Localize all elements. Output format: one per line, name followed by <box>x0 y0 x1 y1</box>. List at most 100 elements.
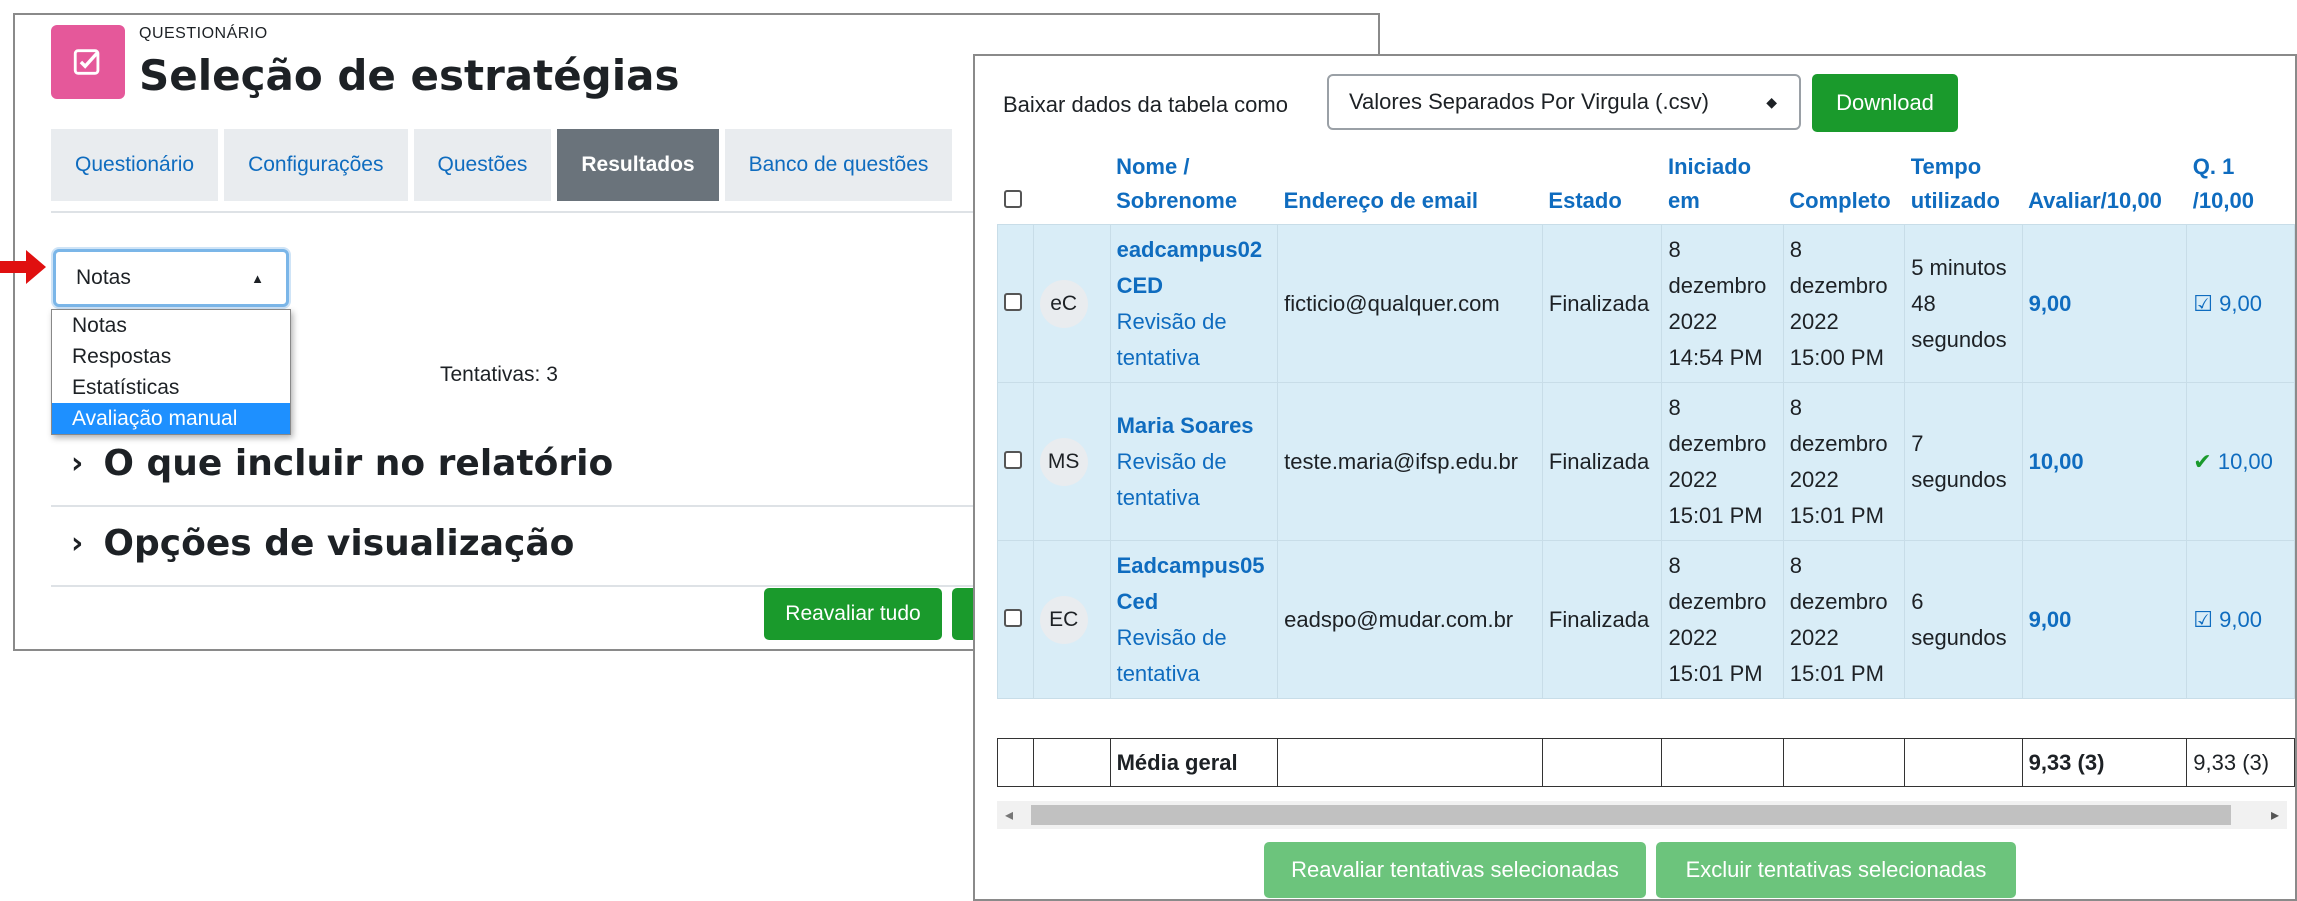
report-select-value: Notas <box>76 266 131 289</box>
row-checkbox[interactable] <box>1004 450 1022 469</box>
select-arrows-icon: ◆ <box>1766 93 1777 110</box>
section-divider <box>51 505 1131 507</box>
student-name-link[interactable]: Eadcampus05 Ced <box>1117 553 1265 614</box>
scrollbar-thumb[interactable] <box>1031 805 2231 825</box>
col-time-line2: utilizado <box>1910 188 2000 213</box>
col-started-line1: Iniciado <box>1667 154 1752 179</box>
quiz-icon <box>51 25 125 99</box>
table-row: EC Eadcampus05 Ced Revisão de tentativa e… <box>997 540 2295 699</box>
overall-average-label: Média geral <box>1109 738 1279 787</box>
q1-grade-link[interactable]: 9,00 <box>2219 607 2262 632</box>
col-q1-line2: /10,00 <box>2192 188 2254 213</box>
time-cell: 6 segundos <box>1904 540 2023 699</box>
chevron-right-icon: › <box>71 526 84 561</box>
state-cell: Finalizada <box>1541 382 1663 541</box>
state-cell: Finalizada <box>1541 540 1663 699</box>
report-dropdown: Notas Respostas Estatísticas Avaliação m… <box>51 309 291 435</box>
section-display[interactable]: › Opções de visualização <box>71 523 574 564</box>
q1-grade-link[interactable]: 10,00 <box>2218 449 2273 474</box>
attempts-count: Tentativas: 3 <box>440 363 558 386</box>
avatar[interactable]: MS <box>1039 437 1088 486</box>
state-cell: Finalizada <box>1541 224 1663 383</box>
time-cell: 5 minutos 48 segundos <box>1904 224 2023 383</box>
correct-check-icon: ✔ <box>2193 448 2212 474</box>
review-attempt-link[interactable]: Revisão de tentativa <box>1117 449 1227 510</box>
overall-average-grade: 9,33 (3) <box>2021 738 2188 787</box>
chevron-right-icon: › <box>71 446 84 481</box>
col-completed[interactable]: Completo <box>1783 144 1904 225</box>
section-include-label: O que incluir no relatório <box>103 443 614 484</box>
q1-grade-link[interactable]: 9,00 <box>2219 291 2262 316</box>
col-name[interactable]: Nome / Sobrenome <box>1110 144 1278 225</box>
email-cell: ficticio@qualquer.com <box>1277 224 1543 383</box>
time-cell: 7 segundos <box>1904 382 2023 541</box>
email-cell: eadspo@mudar.com.br <box>1277 540 1543 699</box>
review-attempt-link[interactable]: Revisão de tentativa <box>1117 309 1227 370</box>
review-attempt-link[interactable]: Revisão de tentativa <box>1117 625 1227 686</box>
tab-configuracoes[interactable]: Configurações <box>224 129 408 201</box>
row-checkbox[interactable] <box>1004 292 1022 311</box>
download-button[interactable]: Download <box>1812 74 1958 132</box>
col-time[interactable]: Tempo utilizado <box>1905 144 2022 225</box>
tab-questoes[interactable]: Questões <box>413 129 552 201</box>
table-row: eC eadcampus02 CED Revisão de tentativa f… <box>997 224 2295 383</box>
partially-correct-icon: ☑ <box>2193 290 2214 316</box>
dropdown-option-avaliacao-manual[interactable]: Avaliação manual <box>52 403 290 434</box>
attempts-table: Nome / Sobrenome Endereço de email Estado… <box>997 144 2295 787</box>
regrade-all-button[interactable]: Reavaliar tudo <box>764 588 942 640</box>
col-time-line1: Tempo <box>1910 154 1982 179</box>
select-arrows-icon: ▲ <box>251 270 264 286</box>
report-select[interactable]: Notas ▲ <box>53 249 289 307</box>
email-cell: teste.maria@ifsp.edu.br <box>1277 382 1543 541</box>
partially-correct-icon: ☑ <box>2193 606 2214 632</box>
col-q1-line1: Q. 1 <box>2192 154 2235 179</box>
scroll-left-icon[interactable]: ◂ <box>1005 805 1013 825</box>
overall-average-row: Média geral 9,33 (3) 9,33 (3) <box>997 738 2295 787</box>
col-q1[interactable]: Q. 1/10,00 <box>2187 144 2295 225</box>
section-include[interactable]: › O que incluir no relatório <box>71 443 613 484</box>
student-name-link[interactable]: eadcampus02 CED <box>1117 237 1263 298</box>
attempts-table-panel: Baixar dados da tabela como Valores Sepa… <box>973 54 2297 901</box>
page-title: Seleção de estratégias <box>139 51 680 100</box>
section-divider <box>51 585 1131 587</box>
completed-cell: 8 dezembro 2022 15:01 PM <box>1782 540 1906 699</box>
started-cell: 8 dezembro 2022 14:54 PM <box>1661 224 1784 383</box>
horizontal-scrollbar[interactable]: ◂ ▸ <box>997 801 2287 829</box>
section-display-label: Opções de visualização <box>103 523 575 564</box>
tab-questionario[interactable]: Questionário <box>51 129 219 201</box>
col-name-line2: Sobrenome <box>1116 188 1238 213</box>
dropdown-option-notas[interactable]: Notas <box>52 310 290 341</box>
delete-selected-button[interactable]: Excluir tentativas selecionadas <box>1656 842 2016 898</box>
col-grade[interactable]: Avaliar/10,00 <box>2022 144 2187 225</box>
avatar[interactable]: EC <box>1039 595 1088 644</box>
tab-resultados[interactable]: Resultados <box>557 129 719 201</box>
overall-average-q1: 9,33 (3) <box>2186 738 2295 787</box>
avatar[interactable]: eC <box>1039 279 1088 328</box>
started-cell: 8 dezembro 2022 15:01 PM <box>1661 540 1784 699</box>
completed-cell: 8 dezembro 2022 15:00 PM <box>1782 224 1906 383</box>
grade-link[interactable]: 10,00 <box>2029 449 2084 474</box>
started-cell: 8 dezembro 2022 15:01 PM <box>1661 382 1784 541</box>
scroll-right-icon[interactable]: ▸ <box>2271 805 2279 825</box>
col-name-line1: Nome / <box>1116 154 1190 179</box>
col-state[interactable]: Estado <box>1542 144 1662 225</box>
activity-type-label: QUESTIONÁRIO <box>139 25 268 42</box>
table-row: MS Maria Soares Revisão de tentativa test… <box>997 382 2295 541</box>
grade-link[interactable]: 9,00 <box>2029 607 2072 632</box>
grade-link[interactable]: 9,00 <box>2029 291 2072 316</box>
row-checkbox[interactable] <box>1004 608 1022 627</box>
student-name-link[interactable]: Maria Soares <box>1117 413 1254 438</box>
regrade-selected-button[interactable]: Reavaliar tentativas selecionadas <box>1264 842 1646 898</box>
dropdown-option-estatisticas[interactable]: Estatísticas <box>52 372 290 403</box>
col-email[interactable]: Endereço de email <box>1278 144 1543 225</box>
export-format-value: Valores Separados Por Virgula (.csv) <box>1349 89 1709 114</box>
tab-bar: Questionário Configurações Questões Resu… <box>51 129 953 201</box>
col-started[interactable]: Iniciado em <box>1662 144 1783 225</box>
tab-banco-questoes[interactable]: Banco de questões <box>724 129 953 201</box>
export-format-select[interactable]: Valores Separados Por Virgula (.csv) ◆ <box>1327 74 1801 130</box>
spacer-row <box>998 699 2295 739</box>
export-label: Baixar dados da tabela como <box>1003 92 1288 117</box>
dropdown-option-respostas[interactable]: Respostas <box>52 341 290 372</box>
select-all-checkbox[interactable] <box>1003 190 1022 208</box>
col-started-line2: em <box>1667 188 1700 213</box>
